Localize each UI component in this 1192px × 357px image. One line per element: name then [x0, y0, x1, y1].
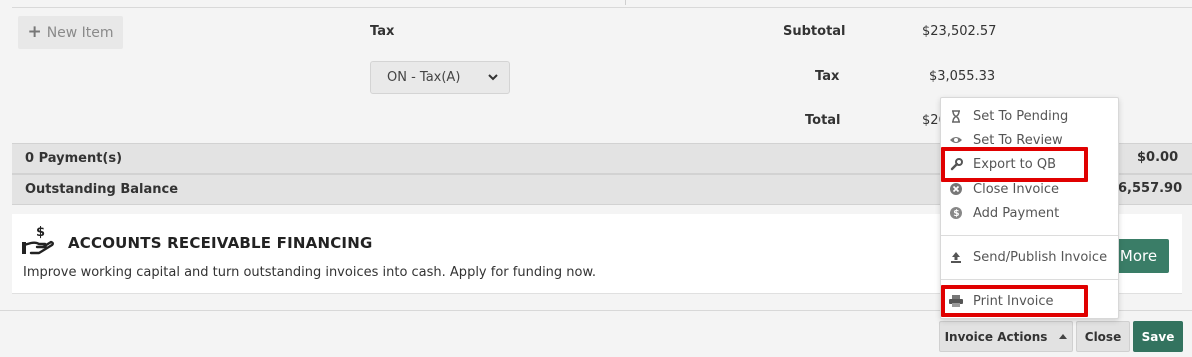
close-circle-icon	[949, 182, 963, 196]
outstanding-value: 6,557.90	[1118, 181, 1183, 196]
tax-value: $3,055.33	[929, 69, 996, 84]
financing-title: ACCOUNTS RECEIVABLE FINANCING	[68, 234, 373, 252]
highlight-box-print	[941, 285, 1088, 317]
menu-divider	[941, 235, 1118, 236]
total-label: Total	[805, 113, 841, 128]
menu-item-label: Send/Publish Invoice	[973, 249, 1108, 265]
save-button[interactable]: Save	[1133, 321, 1183, 352]
menu-divider	[941, 279, 1118, 280]
payments-label: 0 Payment(s)	[25, 151, 123, 166]
invoice-actions-button[interactable]: Invoice Actions	[939, 321, 1073, 352]
hourglass-icon	[949, 109, 963, 123]
plus-icon: +	[27, 22, 42, 42]
eye-icon	[949, 133, 963, 147]
svg-text:$: $	[36, 225, 45, 240]
menu-item-label: Set To Pending	[973, 108, 1069, 124]
new-item-label: New Item	[46, 24, 114, 41]
payments-value: $0.00	[1137, 150, 1179, 165]
financing-description: Improve working capital and turn outstan…	[23, 265, 597, 280]
outstanding-label: Outstanding Balance	[25, 182, 179, 197]
tax-label: Tax	[815, 69, 840, 84]
tax-select-value: ON - Tax(A)	[387, 70, 461, 85]
menu-item-label: Add Payment	[973, 205, 1060, 221]
tax-select[interactable]: ON - Tax(A)	[370, 61, 510, 94]
menu-item-add-payment[interactable]: $ Add Payment	[941, 202, 1118, 224]
subtotal-label: Subtotal	[783, 24, 846, 39]
upload-icon	[949, 250, 963, 264]
svg-text:$: $	[953, 209, 959, 219]
top-divider	[12, 0, 1192, 8]
tax-header: Tax	[370, 24, 395, 39]
invoice-actions-label: Invoice Actions	[944, 329, 1048, 344]
subtotal-value: $23,502.57	[922, 24, 997, 39]
caret-up-icon	[1059, 334, 1068, 339]
menu-item-label: Close Invoice	[973, 181, 1060, 197]
money-hand-icon: $	[22, 225, 54, 255]
highlight-box-export	[941, 147, 1088, 182]
close-button[interactable]: Close	[1076, 321, 1130, 352]
new-item-button[interactable]: + New Item	[18, 16, 123, 49]
dollar-coin-icon: $	[949, 206, 963, 220]
menu-item-label: Set To Review	[973, 132, 1063, 148]
chevron-down-icon	[488, 74, 498, 81]
menu-item-set-to-pending[interactable]: Set To Pending	[941, 105, 1118, 127]
menu-item-send-publish[interactable]: Send/Publish Invoice	[941, 246, 1118, 268]
